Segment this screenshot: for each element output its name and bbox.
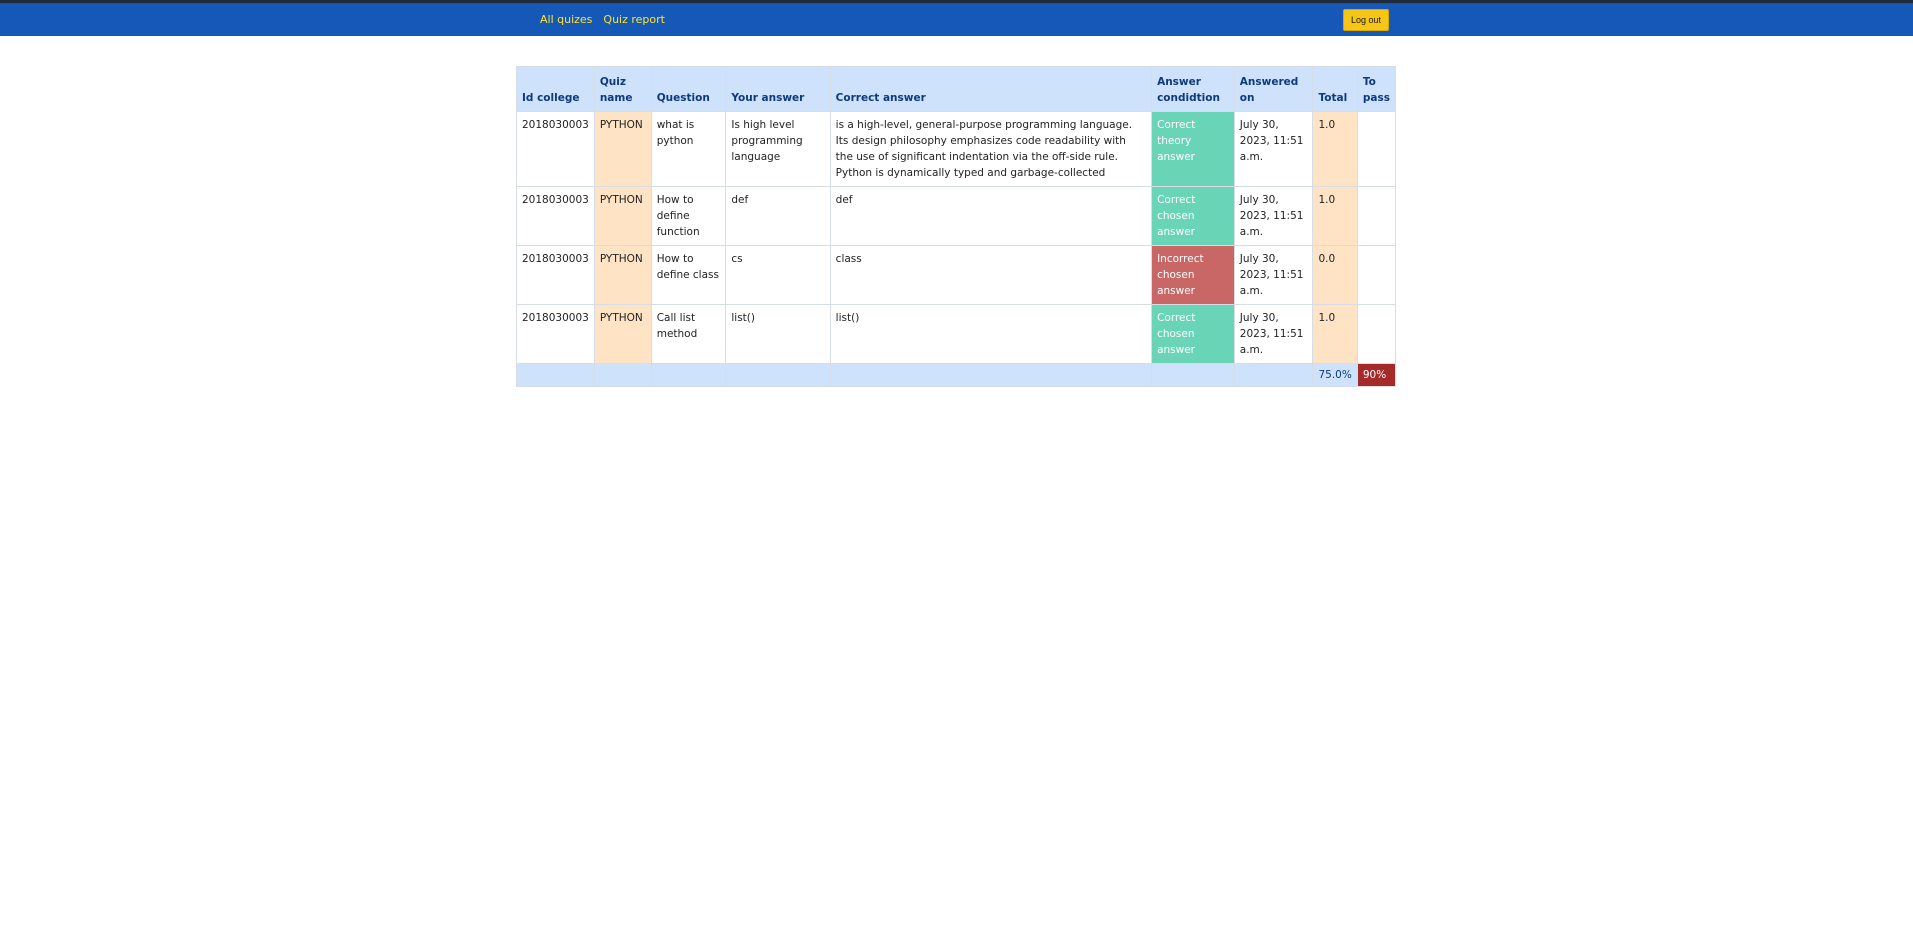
cell-correct-answer: def [829,186,1153,246]
table-row: 2018030003 PYTHON How to define function… [516,186,1397,246]
summary-empty-cell [516,363,595,387]
logout-button[interactable]: Log out [1343,9,1389,31]
header-to-pass: To pass [1356,66,1397,112]
header-id-college: Id college [516,66,595,112]
cell-answer-condition: Correct chosen answer [1151,186,1235,246]
cell-your-answer: list() [725,304,831,364]
cell-id-college: 2018030003 [516,111,595,187]
cell-id-college: 2018030003 [516,245,595,305]
navbar: All quizes Quiz report Log out [0,3,1913,36]
summary-empty-cell [725,363,831,387]
cell-answered-on: July 30, 2023, 11:51 a.m. [1233,245,1314,305]
cell-total: 1.0 [1312,111,1358,187]
summary-row: 75.0% 90% [516,363,1397,387]
header-quiz-name: Quiz name [593,66,652,112]
cell-correct-answer: is a high-level, general-purpose program… [829,111,1153,187]
cell-quiz-name: PYTHON [593,186,652,246]
cell-question: How to define class [650,245,727,305]
header-question: Question [650,66,727,112]
summary-empty-cell [829,363,1153,387]
cell-answer-condition: Correct chosen answer [1151,304,1235,364]
cell-id-college: 2018030003 [516,186,595,246]
nav-link-all-quizes[interactable]: All quizes [540,14,592,25]
cell-total: 0.0 [1312,245,1358,305]
cell-answered-on: July 30, 2023, 11:51 a.m. [1233,186,1314,246]
pass-threshold-badge: 90% [1356,363,1397,387]
table-header-row: Id college Quiz name Question Your answe… [516,66,1397,112]
cell-to-pass [1356,111,1397,187]
cell-answered-on: July 30, 2023, 11:51 a.m. [1233,304,1314,364]
cell-quiz-name: PYTHON [593,111,652,187]
header-answer-condition: Answer condidtion [1151,66,1235,112]
cell-question: Call list method [650,304,727,364]
table-row: 2018030003 PYTHON How to define class cs… [516,245,1397,305]
quiz-report-table: Id college Quiz name Question Your answe… [516,66,1397,387]
cell-answer-condition: Incorrect chosen answer [1151,245,1235,305]
cell-quiz-name: PYTHON [593,304,652,364]
cell-id-college: 2018030003 [516,304,595,364]
cell-answer-condition: Correct theory answer [1151,111,1235,187]
nav-links: All quizes Quiz report [540,3,665,36]
cell-to-pass [1356,304,1397,364]
header-correct-answer: Correct answer [829,66,1153,112]
table-row: 2018030003 PYTHON Call list method list(… [516,304,1397,364]
cell-question: How to define function [650,186,727,246]
table-row: 2018030003 PYTHON what is python Is high… [516,111,1397,187]
cell-quiz-name: PYTHON [593,245,652,305]
cell-correct-answer: list() [829,304,1153,364]
summary-empty-cell [650,363,727,387]
nav-link-quiz-report[interactable]: Quiz report [603,14,665,25]
cell-your-answer: cs [725,245,831,305]
header-your-answer: Your answer [725,66,831,112]
header-total: Total [1312,66,1358,112]
cell-to-pass [1356,186,1397,246]
total-score-percent: 75.0% [1312,363,1358,387]
cell-total: 1.0 [1312,304,1358,364]
cell-your-answer: def [725,186,831,246]
summary-empty-cell [1151,363,1235,387]
cell-your-answer: Is high level programming language [725,111,831,187]
cell-total: 1.0 [1312,186,1358,246]
header-answered-on: Answered on [1233,66,1314,112]
summary-empty-cell [593,363,652,387]
summary-empty-cell [1233,363,1314,387]
cell-question: what is python [650,111,727,187]
cell-answered-on: July 30, 2023, 11:51 a.m. [1233,111,1314,187]
cell-correct-answer: class [829,245,1153,305]
cell-to-pass [1356,245,1397,305]
